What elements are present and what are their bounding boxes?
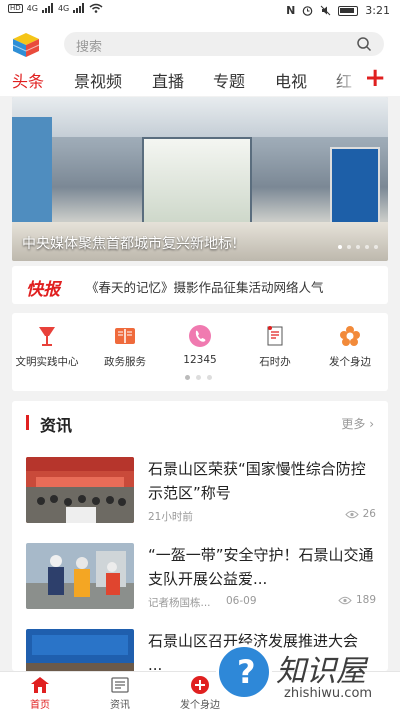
hd-badge: HD (8, 3, 23, 13)
tab-live[interactable]: 直播 (152, 68, 184, 92)
page-dot (185, 375, 190, 380)
service-shishiban[interactable]: 石时办 (235, 323, 315, 369)
eye-icon (344, 510, 359, 518)
app-logo[interactable] (12, 32, 40, 58)
view-count-value: 189 (355, 594, 376, 606)
tab-headlines[interactable]: 头条 (12, 68, 44, 92)
service-12345[interactable]: 12345 (160, 323, 240, 366)
flower-icon (337, 323, 363, 349)
chevron-right-icon: › (369, 417, 374, 431)
more-label: 更多 (341, 417, 366, 431)
carousel-dots (338, 245, 378, 249)
view-count-value: 26 (362, 508, 376, 520)
service-label: 政务服务 (104, 356, 146, 368)
view-count: 26 (344, 508, 376, 520)
nav-label: 首页 (30, 700, 50, 711)
carousel-dot (347, 245, 351, 249)
section-marker (26, 415, 29, 430)
tab-fade (330, 62, 360, 96)
service-label: 石时办 (259, 356, 291, 368)
more-link[interactable]: 更多 › (341, 415, 374, 432)
phone-icon (187, 323, 213, 349)
book-icon (112, 323, 138, 349)
nav-label: 资讯 (110, 700, 130, 711)
nav-home[interactable]: 首页 (10, 676, 70, 711)
carousel-dot (356, 245, 360, 249)
search-row: 搜索 (0, 24, 400, 62)
signal-label: 4G (26, 3, 38, 13)
news-time: 21小时前 (148, 511, 193, 523)
page-dot (196, 375, 201, 380)
service-share-nearby[interactable]: 发个身边 (310, 323, 390, 369)
service-page-dots (185, 375, 212, 380)
view-count: 189 (338, 594, 376, 606)
clock: 3:21 (365, 4, 390, 17)
tab-video[interactable]: 景视频 (74, 68, 122, 92)
plus-circle-icon (190, 676, 210, 694)
watermark: ? 知识屋 zhishiwu.com (212, 640, 400, 711)
service-label: 文明实践中心 (15, 356, 79, 368)
service-label: 发个身边 (329, 356, 371, 368)
ticker-text[interactable]: 《春天的记忆》摄影作品征集活动网络人气 (86, 277, 381, 296)
signal-icon (41, 3, 53, 13)
banner-caption: 中央媒体聚焦首都城市复兴新地标! (22, 236, 238, 252)
signal-label-2: 4G (57, 3, 70, 13)
news-thumbnail (26, 543, 134, 609)
alarm-icon (302, 6, 313, 16)
news-header: 资讯 更多 › (12, 401, 388, 443)
watermark-text: 知识屋 (276, 654, 366, 689)
kuaibao-tag: 快报 (26, 280, 60, 300)
nfc-icon: N (286, 4, 296, 17)
service-government[interactable]: 政务服务 (85, 323, 165, 369)
tab-topics[interactable]: 专题 (213, 68, 245, 92)
news-source: 记者杨国栋... (148, 597, 211, 609)
news-item[interactable]: 石景山区荣获“国家慢性综合防控示范区”称号 21小时前 26 (26, 457, 376, 537)
search-icon[interactable] (356, 36, 372, 52)
search-placeholder: 搜索 (76, 40, 103, 55)
carousel-dot (365, 245, 369, 249)
news-title: “一盔一带”安全守护！石景山交通支队开展公益爱... (148, 546, 374, 588)
service-grid: 文明实践中心 政务服务 12345 石时办 发个身边 (12, 313, 388, 391)
mute-icon (320, 5, 331, 16)
eye-icon (338, 596, 352, 604)
news-thumbnail (26, 457, 134, 523)
section-title: 资讯 (40, 416, 73, 435)
service-civilization-center[interactable]: 文明实践中心 (7, 323, 87, 369)
channel-tabs: 头条 景视频 直播 专题 电视 红 + (0, 62, 400, 96)
carousel-dot (374, 245, 378, 249)
service-label: 12345 (183, 354, 217, 366)
watermark-logo: ? (216, 644, 272, 700)
trophy-icon (34, 323, 60, 349)
page-dot (207, 375, 212, 380)
nav-news[interactable]: 资讯 (90, 676, 150, 711)
status-bar: HD 4G 4G N 3:21 (0, 0, 400, 24)
search-input[interactable]: 搜索 (64, 32, 384, 56)
carousel-dot (338, 245, 342, 249)
news-item[interactable]: “一盔一带”安全守护！石景山交通支队开展公益爱... 记者杨国栋... 06-0… (26, 543, 376, 623)
news-ticker[interactable]: 快报 《春天的记忆》摄影作品征集活动网络人气 (12, 266, 388, 304)
home-icon (30, 676, 50, 694)
watermark-url: zhishiwu.com (284, 686, 373, 701)
news-icon (110, 676, 130, 694)
news-time: 06-09 (226, 595, 257, 607)
tab-tv[interactable]: 电视 (275, 68, 307, 92)
news-section: 资讯 更多 › 石景山区荣获“国家慢性综合防控示范区”称号 21小时前 26 “… (12, 401, 388, 671)
battery-icon (338, 5, 359, 16)
wifi-icon (89, 3, 103, 13)
add-channel-icon[interactable]: + (364, 64, 386, 92)
document-icon (262, 323, 288, 349)
signal-icon-2 (73, 3, 85, 13)
news-thumbnail (26, 629, 134, 671)
banner-carousel[interactable]: 中央媒体聚焦首都城市复兴新地标! (12, 97, 388, 261)
news-title: 石景山区荣获“国家慢性综合防控示范区”称号 (148, 460, 366, 502)
